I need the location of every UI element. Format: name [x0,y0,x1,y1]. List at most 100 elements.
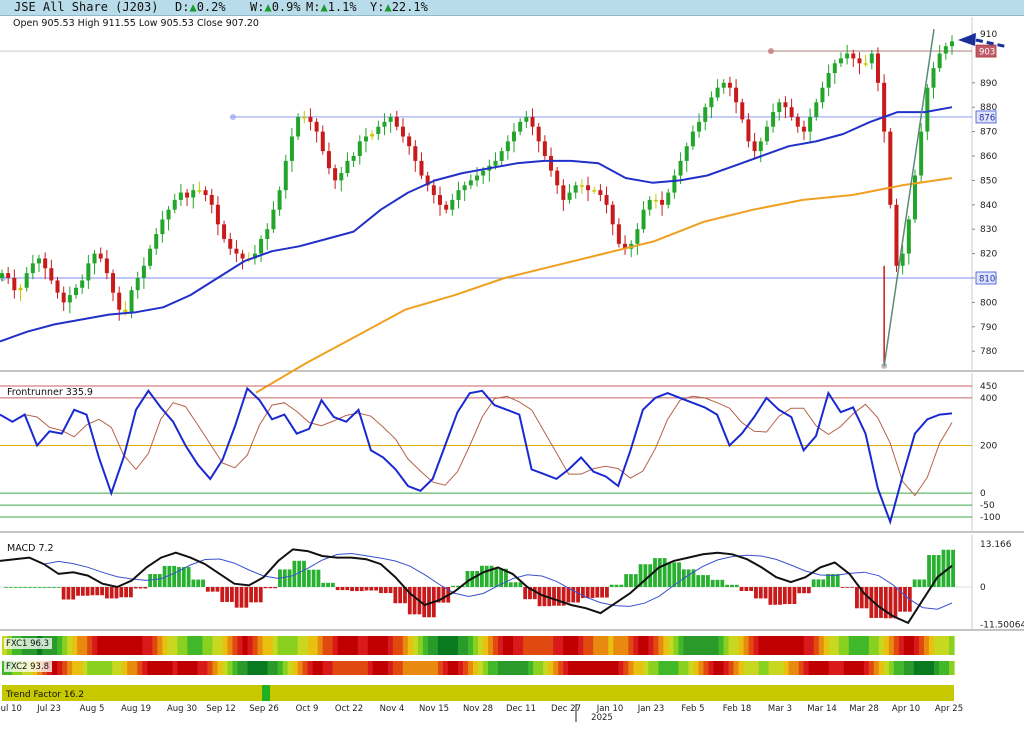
fxc2-cell [653,661,659,675]
fxc1-cell [713,636,720,655]
fxc1-cell [553,636,559,655]
candle [203,190,208,196]
fxc1-cell [893,636,900,655]
fxc1-cell [658,636,664,655]
candle [820,87,825,103]
macd-panel: 13.166 0 -11.50064 [0,535,1024,631]
fxc2-cell [437,661,444,675]
candle [129,290,134,313]
fxc2-cell [422,661,429,675]
fxc1-cell [663,636,669,655]
fxc2-cell [452,661,459,675]
candle [345,160,350,174]
x-axis: Jul 10 Jul 23 Aug 5 Aug 19 Aug 30 Sep 12 Sep 2… [0,704,963,723]
candle [74,287,79,296]
x-tick-label: Nov 28 [463,704,493,714]
fxc2-cell [407,661,414,675]
fxc1-cell [638,636,644,655]
fxc2-cell [97,661,103,675]
fxc2-cell [197,661,204,675]
fxc1-cell [437,636,444,655]
candle [154,234,159,249]
fxc1-cell [57,636,63,655]
fxc2-cell [843,661,850,675]
candle [499,151,504,161]
x-tick-label: Feb 18 [723,704,752,714]
fxc2-cell [257,661,264,675]
fxc1-cell [352,636,359,655]
candle [512,131,517,142]
candle [228,238,233,249]
fxc2-cell [848,661,855,675]
fxc2-cell [598,661,604,675]
macd-histogram-bar [739,587,744,592]
macd-histogram-bar [157,574,162,587]
price-tick-label: 910 [980,30,997,40]
fxc1-cell [588,636,594,655]
fxc2-cell [177,661,183,675]
fxc-label: FXC1 96.3 [6,639,49,649]
fxc1-cell [873,636,880,655]
candle [684,146,689,161]
fxc2-cell [152,661,158,675]
fxc1-cell [603,636,609,655]
fxc2-cell [618,661,624,675]
fxc1-cell [643,636,649,655]
macd-histogram-bar [749,587,754,592]
level-anchor [230,113,236,120]
fxc2-cell [723,661,730,675]
stock-chart[interactable]: 9108908808708608508408308208108007907809… [0,0,1024,735]
fxc2-cell [432,661,439,675]
fxc1-cell [823,636,830,655]
fxc1-cell [122,636,128,655]
fxc1-cell [633,636,639,655]
candle [721,82,726,88]
fxc1-cell [217,636,224,655]
fxc1-cell [337,636,344,655]
fxc2-cell [483,661,489,675]
fxc1-cell [703,636,710,655]
fxc2-cell [72,661,78,675]
fxc2-cell [247,661,254,675]
fxc1-cell [513,636,519,655]
candle [758,141,763,152]
macd-histogram-bar [705,575,710,587]
fxc1-cell [467,636,474,655]
fxc2-cell [543,661,549,675]
candle [240,253,245,259]
fxc2-cell [192,661,199,675]
candle [851,53,856,59]
candle [542,141,547,156]
fxc2-cell [588,661,594,675]
fxc2-cell [923,661,930,675]
fxc1-cell [543,636,549,655]
candle [592,190,597,192]
fxc1-cell [347,636,354,655]
macd-histogram-bar [720,579,725,587]
macd-histogram-bar [821,579,826,587]
fxc2-cell [823,661,830,675]
macd-histogram-bar [715,579,720,587]
fxc1-cell [813,636,820,655]
fxc2-cell [57,661,63,675]
candle [271,209,276,230]
fxc1-cell [322,636,329,655]
fxc2-cell [82,661,88,675]
candle [826,73,831,88]
fxc2-cell [327,661,334,675]
fxc2-cell [608,661,614,675]
fxc2-cell [628,661,634,675]
macd-histogram-bar [374,587,379,591]
fxc2-cell [833,661,840,675]
candle [783,102,788,108]
macd-histogram-bar [359,587,364,592]
candle [265,229,270,239]
macd-histogram-bar [258,587,263,603]
fxc2-cell [317,661,324,675]
fxc1-cell [102,636,108,655]
fxc2-cell [523,661,529,675]
fxc1-cell [52,636,58,655]
candle [808,116,813,132]
fxc1-cell [342,636,349,655]
fxc2-cell [703,661,710,675]
